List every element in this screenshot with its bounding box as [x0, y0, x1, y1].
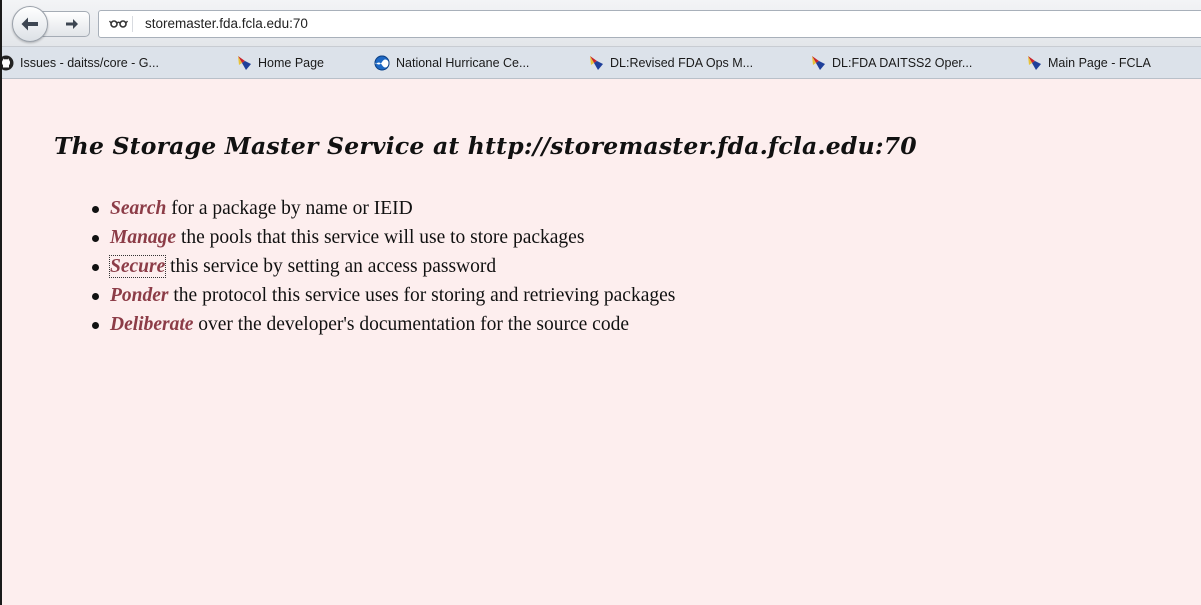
list-item-text: the protocol this service uses for stori…	[168, 285, 676, 306]
deliberate-link[interactable]: Deliberate	[110, 314, 193, 335]
bullet	[92, 235, 99, 242]
back-arrow-icon	[21, 17, 38, 31]
fcla-icon	[588, 55, 604, 71]
service-link-list: Search for a package by name or IEID Man…	[92, 194, 675, 339]
page-title: The Storage Master Service at http://sto…	[54, 132, 917, 160]
fcla-icon	[236, 55, 252, 71]
ponder-link[interactable]: Ponder	[110, 285, 169, 306]
fcla-icon	[810, 55, 826, 71]
bookmark-fda-daitss2[interactable]: DL:FDA DAITSS2 Oper...	[810, 54, 972, 72]
bookmark-revised-fda-ops[interactable]: DL:Revised FDA Ops M...	[588, 54, 753, 72]
bookmark-label: DL:FDA DAITSS2 Oper...	[832, 56, 973, 70]
bookmark-label: Main Page - FCLA	[1048, 56, 1151, 70]
bookmark-main-page-fcla[interactable]: Main Page - FCLA	[1026, 54, 1151, 72]
bookmarks-toolbar: Issues - daitss/core - G... Home Page Na…	[2, 47, 1201, 79]
list-item-text: this service by setting an access passwo…	[165, 256, 497, 277]
back-button[interactable]	[12, 6, 48, 42]
list-item-ponder: Ponder the protocol this service uses fo…	[92, 281, 675, 310]
list-item-manage: Manage the pools that this service will …	[92, 223, 675, 252]
fcla-icon	[1026, 55, 1042, 71]
address-bar[interactable]: storemaster.fda.fcla.edu:70	[98, 10, 1201, 38]
search-link[interactable]: Search	[110, 198, 166, 219]
list-item-text: over the developer's documentation for t…	[193, 314, 629, 335]
bookmark-national-hurricane-center[interactable]: National Hurricane Ce...	[374, 54, 529, 72]
bookmark-label: Issues - daitss/core - G...	[20, 56, 159, 70]
page-content: The Storage Master Service at http://sto…	[2, 80, 1201, 605]
bookmark-label: National Hurricane Ce...	[396, 56, 530, 70]
bookmark-home-page[interactable]: Home Page	[236, 54, 324, 72]
list-item-text: for a package by name or IEID	[166, 198, 413, 219]
github-icon	[2, 55, 14, 71]
list-item-search: Search for a package by name or IEID	[92, 194, 675, 223]
bookmark-issues[interactable]: Issues - daitss/core - G...	[2, 54, 159, 72]
bookmark-label: Home Page	[258, 56, 325, 70]
secure-link[interactable]: Secure	[108, 255, 167, 278]
bullet	[92, 264, 99, 271]
site-identity-icon[interactable]	[107, 16, 133, 32]
list-item-deliberate: Deliberate over the developer's document…	[92, 310, 675, 339]
forward-arrow-icon	[66, 19, 78, 29]
bullet	[92, 293, 99, 300]
navigation-toolbar: storemaster.fda.fcla.edu:70	[2, 0, 1201, 47]
bookmark-label: DL:Revised FDA Ops M...	[610, 56, 754, 70]
url-text[interactable]: storemaster.fda.fcla.edu:70	[145, 16, 308, 31]
list-item-secure: Secure this service by setting an access…	[92, 252, 675, 281]
bullet	[92, 206, 99, 213]
browser-window: storemaster.fda.fcla.edu:70 Issues - dai…	[0, 0, 1201, 605]
list-item-text: the pools that this service will use to …	[176, 227, 585, 248]
manage-link[interactable]: Manage	[110, 227, 176, 248]
noaa-icon	[374, 55, 390, 71]
bullet	[92, 322, 99, 329]
